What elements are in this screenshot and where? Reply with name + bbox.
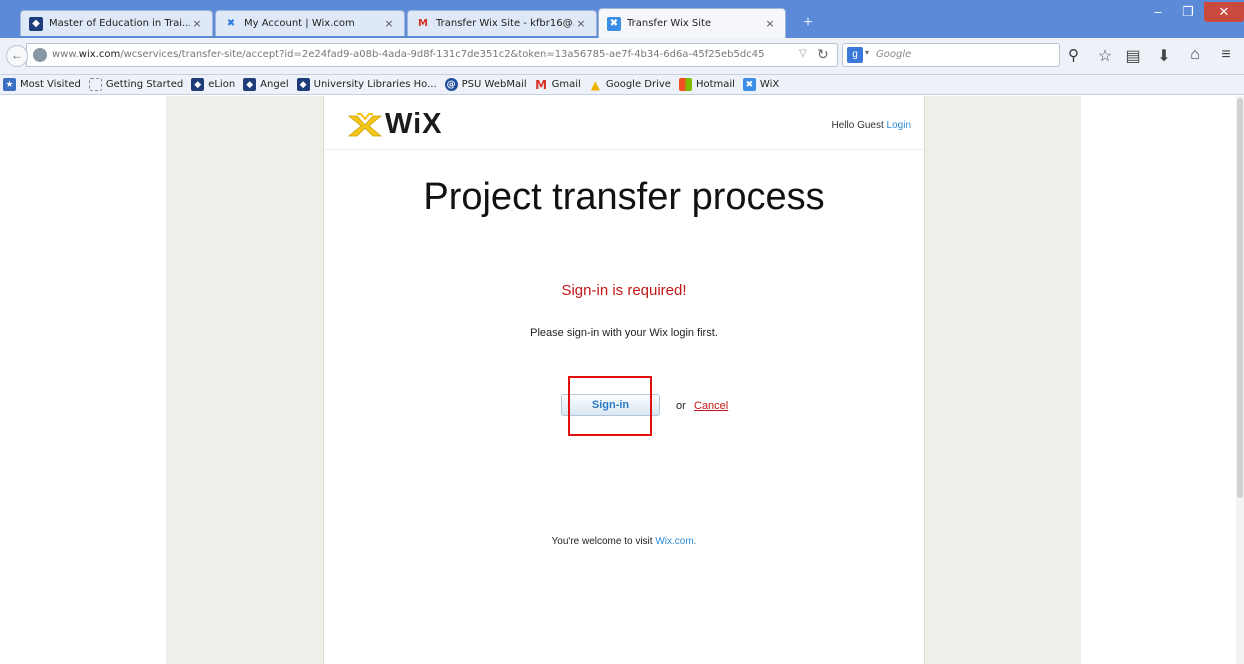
bookmark-getting-started[interactable]: Getting Started [88, 78, 184, 91]
bookmark-label: University Libraries Ho... [313, 79, 437, 90]
wix-logo[interactable]: WiX [347, 108, 443, 141]
bookmark-label: WiX [759, 79, 780, 90]
bookmark-hotmail[interactable]: ​ Hotmail [678, 78, 735, 91]
bookmark-angel[interactable]: ◆ Angel [243, 78, 289, 91]
most-visited-icon: ★ [3, 78, 16, 91]
annotation-highlight-box [568, 376, 652, 436]
bookmark-label: Google Drive [605, 79, 671, 90]
globe-icon [33, 48, 47, 62]
minimize-button[interactable]: – [1144, 2, 1172, 22]
content-panel: WiX Hello Guest Login Project transfer p… [323, 96, 925, 664]
search-icon[interactable]: ⚲ [1068, 46, 1079, 64]
tab-title: My Account | Wix.com [244, 18, 355, 29]
tab-title: Transfer Wix Site - kfbr16@... [436, 18, 574, 29]
close-tab-icon[interactable]: × [574, 17, 588, 30]
psu-shield-icon: ◆ [191, 78, 205, 91]
windows-icon: ​ [678, 78, 692, 91]
greeting-text: Hello Guest [831, 120, 884, 131]
home-icon[interactable]: ⌂ [1184, 46, 1206, 64]
back-button[interactable]: ← [6, 45, 28, 67]
reading-list-icon[interactable]: ▤ [1122, 46, 1144, 66]
bookmark-label: Most Visited [20, 79, 81, 90]
visit-text: You're welcome to visit [551, 536, 653, 547]
webmail-icon: @ [444, 78, 458, 91]
wix-icon: ✖ [607, 16, 621, 31]
tab-master-of-education[interactable]: ◆ Master of Education in Trai... × [20, 10, 213, 36]
page-title: Project transfer process [423, 176, 825, 218]
back-arrow-icon: ← [11, 48, 23, 62]
bookmark-most-visited[interactable]: ★ Most Visited [3, 78, 81, 91]
tab-my-account[interactable]: ✖ My Account | Wix.com × [215, 10, 405, 36]
web-page: WiX Hello Guest Login Project transfer p… [0, 96, 1244, 664]
visit-message: You're welcome to visit Wix.com. [324, 536, 924, 547]
gmail-icon: M [418, 18, 428, 29]
bookmark-label: Getting Started [105, 79, 184, 90]
new-tab-button[interactable]: + [798, 14, 818, 34]
vertical-scrollbar[interactable] [1236, 96, 1244, 664]
tab-transfer-wix-gmail[interactable]: M Transfer Wix Site - kfbr16@... × [407, 10, 597, 36]
bookmark-label: eLion [208, 79, 236, 90]
close-window-button[interactable]: ✕ [1204, 2, 1244, 22]
search-bar[interactable]: g ▾ Google [842, 43, 1060, 67]
tab-transfer-wix-site[interactable]: ✖ Transfer Wix Site × [598, 8, 786, 38]
signin-required-heading: Sign-in is required! [561, 282, 687, 299]
tab-strip: ◆ Master of Education in Trai... × ✖ My … [0, 0, 1244, 38]
wix-icon: ✖ [742, 78, 756, 91]
bookmark-star-icon[interactable]: ☆ [1094, 46, 1116, 66]
bookmark-elion[interactable]: ◆ eLion [191, 78, 235, 91]
signin-message: Please sign-in with your Wix login first… [530, 327, 718, 339]
psu-shield-icon: ◆ [29, 16, 43, 31]
search-placeholder: Google [876, 49, 912, 60]
bookmark-label: Gmail [551, 79, 581, 90]
psu-shield-icon: ◆ [243, 78, 257, 91]
reload-icon[interactable]: ↻ [817, 46, 829, 63]
or-text: or [676, 400, 686, 412]
address-bar[interactable]: www.wix.com/wcservices/transfer-site/acc… [26, 43, 838, 67]
restore-button[interactable]: ❐ [1174, 2, 1202, 22]
bookmark-label: PSU WebMail [461, 79, 527, 90]
tab-title: Master of Education in Trai... [49, 18, 190, 29]
wix-com-link[interactable]: Wix.com. [655, 536, 696, 547]
wix-logo-x-icon [347, 112, 383, 136]
close-tab-icon[interactable]: × [382, 17, 396, 30]
login-link[interactable]: Login [887, 120, 911, 131]
url-text: www.wix.com/wcservices/transfer-site/acc… [52, 49, 765, 60]
close-tab-icon[interactable]: × [763, 17, 777, 30]
bookmark-gmail[interactable]: M Gmail [535, 77, 581, 92]
greeting: Hello Guest Login [832, 120, 912, 131]
navigation-toolbar: www.wix.com/wcservices/transfer-site/acc… [0, 38, 1244, 75]
scrollbar-thumb[interactable] [1237, 98, 1243, 498]
chevron-down-icon[interactable]: ▾ [865, 48, 869, 57]
gmail-icon: M [535, 77, 548, 92]
history-dropdown-icon[interactable]: ▽ [799, 48, 807, 59]
bookmarks-toolbar: ★ Most Visited Getting Started ◆ eLion ◆… [0, 75, 1244, 95]
getting-started-icon [88, 78, 102, 91]
tab-title: Transfer Wix Site [627, 18, 712, 29]
bookmark-university-libraries[interactable]: ◆ University Libraries Ho... [296, 78, 437, 91]
close-tab-icon[interactable]: × [190, 17, 204, 30]
google-icon[interactable]: g [847, 47, 863, 63]
bookmark-label: Angel [260, 79, 289, 90]
wix-icon: ✖ [226, 18, 236, 29]
google-drive-icon: ▲ [590, 77, 600, 92]
bookmark-wix[interactable]: ✖ WiX [742, 78, 780, 91]
menu-icon[interactable]: ≡ [1215, 46, 1237, 64]
bookmark-psu-webmail[interactable]: @ PSU WebMail [444, 78, 527, 91]
downloads-icon[interactable]: ⬇ [1153, 46, 1175, 66]
cancel-link[interactable]: Cancel [694, 400, 728, 412]
header-divider [324, 149, 924, 150]
bookmark-google-drive[interactable]: ▲ Google Drive [589, 77, 671, 92]
bookmark-label: Hotmail [695, 79, 735, 90]
psu-shield-icon: ◆ [296, 78, 310, 91]
wix-logo-text: WiX [385, 108, 443, 140]
